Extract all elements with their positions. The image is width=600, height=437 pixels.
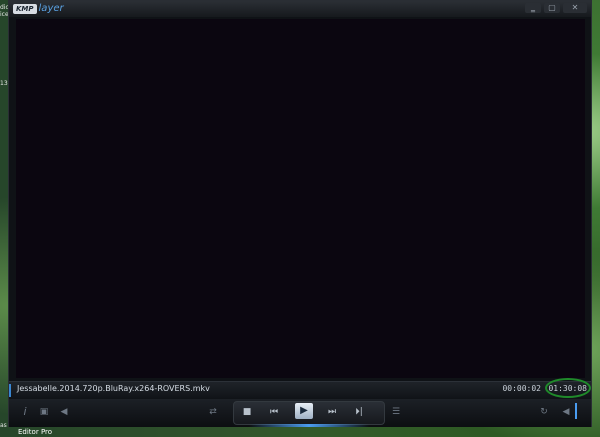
- app-logo: KMP layer: [13, 3, 64, 14]
- minimize-button[interactable]: ‗: [525, 3, 541, 13]
- logo-badge: KMP: [13, 3, 37, 14]
- capture-icon[interactable]: ▣: [37, 405, 51, 419]
- maximize-button[interactable]: ▢: [544, 3, 560, 13]
- media-player-window: KMP layer ‗ ▢ ✕ Jessabelle.2014.720p.Blu…: [8, 0, 592, 427]
- taskbar-label[interactable]: Editor Pro: [18, 428, 52, 436]
- desktop-text-fragment: 13: [0, 80, 8, 87]
- control-bar: i ▣ ◀ ⇄ ■ ⏮ ▶ ⏭ ⏵| ☰ ↻ ◀: [9, 399, 591, 427]
- control-glow: [249, 424, 369, 427]
- volume-slider[interactable]: [575, 403, 577, 419]
- info-bar: Jessabelle.2014.720p.BluRay.x264-ROVERS.…: [9, 378, 591, 399]
- highlight-circle: [545, 378, 591, 398]
- window-controls: ‗ ▢ ✕: [525, 3, 587, 13]
- current-time: 00:00:02: [502, 384, 541, 393]
- next-button[interactable]: ⏭: [323, 405, 341, 419]
- video-area[interactable]: [16, 19, 585, 378]
- stop-button[interactable]: ■: [239, 405, 255, 419]
- info-icon[interactable]: i: [19, 405, 31, 419]
- mute-icon[interactable]: ◀: [559, 405, 573, 419]
- play-button[interactable]: ▶: [295, 403, 313, 419]
- desktop-text-fragment: as: [0, 422, 7, 429]
- file-name: Jessabelle.2014.720p.BluRay.x264-ROVERS.…: [17, 384, 210, 393]
- close-button[interactable]: ✕: [563, 3, 587, 13]
- playlist-icon[interactable]: ☰: [389, 405, 403, 419]
- repeat-icon[interactable]: ↻: [537, 405, 551, 419]
- logo-text: layer: [38, 3, 64, 14]
- volume-icon[interactable]: ◀: [57, 405, 71, 419]
- info-bar-accent: [9, 384, 11, 397]
- frame-step-button[interactable]: ⏵|: [349, 405, 369, 419]
- previous-button[interactable]: ⏮: [265, 405, 283, 419]
- equalizer-icon[interactable]: ⇄: [205, 405, 221, 419]
- title-bar[interactable]: KMP layer ‗ ▢ ✕: [9, 1, 591, 17]
